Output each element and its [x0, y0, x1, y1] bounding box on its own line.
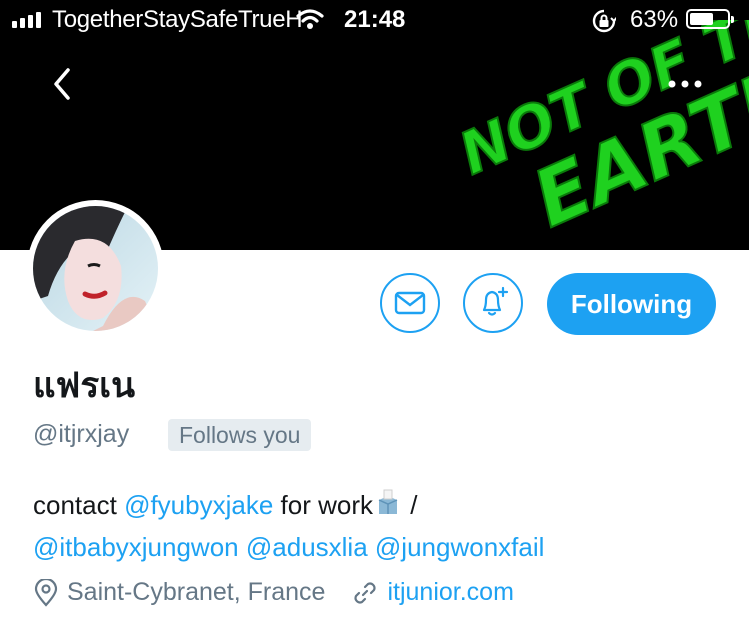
following-button[interactable]: Following — [547, 273, 716, 335]
display-name: แฟรเน — [33, 366, 136, 406]
notifications-button[interactable] — [463, 273, 523, 333]
bio-line-2: @itbabyxjungwon @adusxlia @jungwonxfail — [33, 526, 733, 568]
carrier-name: TogetherStaySafeTrueH — [52, 6, 303, 33]
avatar-image — [33, 206, 158, 331]
map-pin-icon — [34, 578, 58, 607]
user-handle: @itjrxjay — [33, 420, 130, 448]
battery-fill — [690, 13, 713, 25]
message-button[interactable] — [380, 273, 440, 333]
bio-text: / — [402, 490, 418, 520]
battery-icon — [686, 9, 734, 29]
follows-you-badge: Follows you — [168, 419, 312, 451]
banner-artwork: NOT OF THIS EARTH — [460, 20, 749, 240]
more-options-icon[interactable] — [662, 72, 710, 96]
status-bar: TogetherStaySafeTrueH 21:48 63% — [0, 0, 749, 40]
website-link[interactable]: itjunior.com — [387, 578, 513, 607]
bio: contact @fyubyxjake for work / @itbabyxj… — [33, 484, 733, 568]
envelope-icon — [394, 291, 426, 315]
bio-mention-link[interactable]: @fyubyxjake — [124, 490, 273, 520]
battery-percent: 63% — [630, 6, 679, 33]
link-icon — [354, 581, 376, 604]
bio-mention-link[interactable]: @itbabyxjungwon — [33, 532, 239, 562]
bio-line-1: contact @fyubyxjake for work / — [33, 484, 733, 526]
bio-text: contact — [33, 490, 125, 520]
bell-plus-icon — [482, 286, 509, 316]
wifi-icon — [296, 9, 324, 29]
ballot-box-emoji-icon — [378, 489, 398, 514]
cellular-signal-icon — [12, 12, 41, 28]
status-time: 21:48 — [344, 6, 406, 33]
back-chevron-icon[interactable] — [48, 66, 78, 102]
orientation-lock-icon — [592, 9, 616, 33]
location-text: Saint-Cybranet, France — [67, 578, 326, 606]
bio-text: for work — [273, 490, 373, 520]
profile-meta: Saint-Cybranet, France itjunior.com — [33, 578, 514, 607]
bio-mention-link[interactable]: @jungwonxfail — [375, 532, 544, 562]
avatar[interactable] — [27, 200, 164, 337]
bio-mention-link[interactable]: @adusxlia — [246, 532, 368, 562]
